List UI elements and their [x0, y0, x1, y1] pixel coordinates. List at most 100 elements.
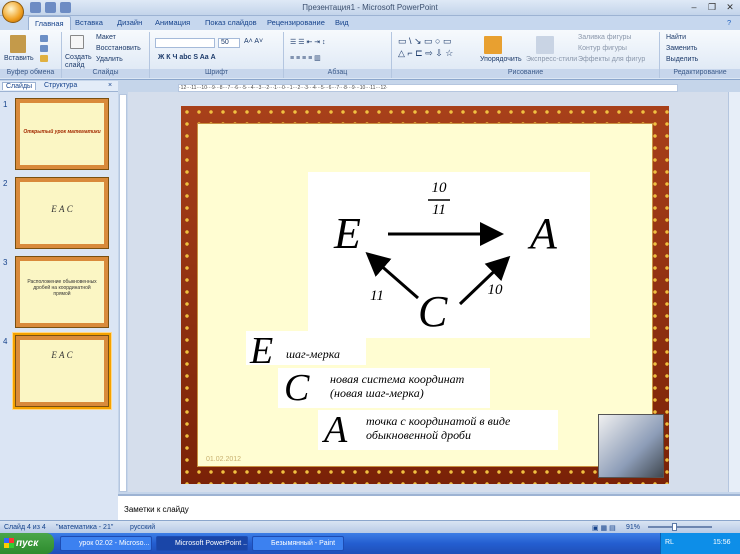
layout-button[interactable]: Макет	[96, 34, 116, 41]
taskbar-item-word[interactable]: урок 02.02 - Microso...	[60, 536, 152, 551]
fraction-denominator: 11	[432, 202, 446, 218]
vertical-scrollbar[interactable]	[728, 92, 740, 492]
font-style-buttons[interactable]: Ж К Ч abc S Aa А	[158, 54, 216, 61]
start-button[interactable]: пуск	[0, 533, 54, 554]
quick-styles-button[interactable]: Экспресс-стили	[526, 56, 577, 63]
classroom-photo	[598, 414, 664, 478]
copy-icon[interactable]	[40, 45, 48, 52]
arrange-icon[interactable]	[484, 36, 502, 54]
theme-name: "математика - 21"	[56, 524, 114, 531]
tab-slideshow[interactable]: Показ слайдов	[205, 18, 257, 27]
paste-icon[interactable]	[10, 35, 26, 53]
slide-counter: Слайд 4 из 4	[4, 524, 46, 531]
title-bar: Презентация1 - Microsoft PowerPoint – ❐ …	[0, 0, 740, 23]
shape-outline-button[interactable]: Контур фигуры	[578, 45, 627, 52]
tab-slides-panel[interactable]: Слайды	[2, 82, 37, 90]
group-clipboard: Вставить Буфер обмена	[0, 32, 62, 78]
slide-thumbnail-3[interactable]: Расположение обыкновенных дробей на коор…	[15, 256, 109, 328]
delete-slide-button[interactable]: Удалить	[96, 56, 123, 63]
shape-effects-button[interactable]: Эффекты для фигур	[578, 56, 645, 63]
group-label: Рисование	[392, 69, 659, 78]
zoom-slider[interactable]	[648, 526, 712, 528]
slide: E A C 10 11 11 10 E шаг-мерка C новая си…	[181, 106, 669, 484]
thumbnail-text: Открытый урок математики	[23, 129, 101, 135]
taskbar: пуск урок 02.02 - Microso... Microsoft P…	[0, 533, 740, 554]
list-buttons[interactable]: ☰ ☰ ⇤ ⇥ ↕	[290, 38, 326, 46]
legend-letter: A	[324, 409, 348, 451]
view-buttons[interactable]: ▣ ▦ ▤	[592, 524, 616, 532]
arrange-button[interactable]: Упорядочить	[480, 56, 522, 63]
tab-design[interactable]: Дизайн	[117, 18, 142, 27]
shapes-gallery-row2[interactable]: △ ⌐ ⊏ ⇨ ⇩ ☆	[398, 48, 453, 59]
close-panel-icon[interactable]: ×	[108, 82, 112, 89]
system-tray: RL 15:56	[660, 533, 740, 554]
new-slide-button[interactable]: Создать слайд	[65, 54, 92, 70]
tab-view[interactable]: Вид	[335, 18, 349, 27]
cut-icon[interactable]	[40, 35, 48, 42]
restore-button[interactable]: ❐	[704, 1, 720, 13]
tab-review[interactable]: Рецензирование	[267, 18, 325, 27]
letter-e: E	[334, 209, 361, 258]
notes-placeholder: Заметки к слайду	[124, 505, 189, 514]
diagram[interactable]: E A C 10 11 11 10	[308, 172, 590, 338]
slide-number: 1	[3, 100, 8, 109]
label-c-a: 10	[487, 282, 503, 298]
legend-letter: E	[250, 330, 274, 372]
group-label: Редактирование	[660, 69, 740, 78]
legend-e[interactable]: E шаг-мерка	[246, 330, 366, 372]
panel-tabs: Слайды Структура ×	[0, 81, 118, 92]
language-indicator[interactable]: RL	[665, 539, 674, 546]
reset-button[interactable]: Восстановить	[96, 45, 141, 52]
thumbnail-text: Е А С	[51, 204, 73, 214]
notes-pane[interactable]: Заметки к слайду	[118, 494, 740, 520]
find-button[interactable]: Найти	[666, 34, 686, 41]
legend-a[interactable]: A точка с координатой в виде обыкновенно…	[318, 409, 558, 451]
slides-panel: 1 Открытый урок математики 2 Е А С 3 Рас…	[0, 92, 118, 520]
slide-thumbnail-4[interactable]: E A C	[13, 333, 111, 409]
fraction-numerator: 10	[431, 180, 447, 196]
slide-number: 3	[3, 258, 8, 267]
shape-fill-button[interactable]: Заливка фигуры	[578, 34, 631, 41]
taskbar-item-powerpoint[interactable]: Microsoft PowerPoint ...	[156, 536, 248, 551]
paste-button[interactable]: Вставить	[4, 55, 34, 62]
zoom-level[interactable]: 91%	[626, 524, 640, 531]
tab-insert[interactable]: Вставка	[75, 18, 103, 27]
legend-c[interactable]: C новая система координат (новая шаг-мер…	[278, 367, 490, 409]
letter-a: A	[530, 209, 557, 258]
tab-home[interactable]: Главная	[28, 16, 71, 31]
slide-content: E A C 10 11 11 10 E шаг-мерка C новая си…	[197, 123, 664, 478]
language[interactable]: русский	[130, 524, 155, 531]
thumbnail-text: Расположение обыкновенных дробей на коор…	[27, 279, 97, 297]
group-label: Шрифт	[150, 69, 283, 78]
grow-font-icon[interactable]: A˄ A˅	[244, 38, 263, 45]
office-button[interactable]	[2, 1, 24, 23]
zoom-slider-thumb[interactable]	[672, 523, 677, 531]
thumbnail-text: E A C	[51, 350, 73, 360]
quick-styles-icon[interactable]	[536, 36, 554, 54]
label-c-e: 11	[370, 288, 384, 304]
group-font: 50 A˄ A˅ Ж К Ч abc S Aa А Шрифт	[150, 32, 284, 78]
font-size-field[interactable]: 50	[218, 38, 240, 48]
slide-number: 2	[3, 179, 8, 188]
font-name-field[interactable]	[155, 38, 215, 48]
minimize-button[interactable]: –	[686, 1, 702, 13]
group-paragraph: ☰ ☰ ⇤ ⇥ ↕ ≡ ≡ ≡ ≡ ▥ Абзац	[284, 32, 392, 78]
vertical-ruler	[119, 94, 127, 492]
group-drawing: ▭ \ ↘ ▭ ○ ▭ △ ⌐ ⊏ ⇨ ⇩ ☆ Упорядочить Эксп…	[392, 32, 660, 78]
horizontal-ruler: ·12···11···10···9···8···7···6···5···4···…	[178, 84, 678, 92]
slide-thumbnail-2[interactable]: Е А С	[15, 177, 109, 249]
taskbar-item-paint[interactable]: Безымянный - Paint	[252, 536, 344, 551]
replace-button[interactable]: Заменить	[666, 45, 697, 52]
close-button[interactable]: ✕	[722, 1, 738, 13]
help-icon[interactable]: ?	[727, 18, 731, 27]
new-slide-icon[interactable]	[70, 35, 84, 49]
legend-text: новая система координат (новая шаг-мерка…	[330, 372, 465, 400]
shapes-gallery[interactable]: ▭ \ ↘ ▭ ○ ▭	[398, 36, 452, 47]
select-button[interactable]: Выделить	[666, 56, 698, 63]
letter-c: C	[418, 287, 448, 336]
format-painter-icon[interactable]	[40, 55, 48, 62]
tab-animation[interactable]: Анимация	[155, 18, 190, 27]
tab-outline-panel[interactable]: Структура	[44, 82, 77, 89]
slide-thumbnail-1[interactable]: Открытый урок математики	[15, 98, 109, 170]
align-buttons[interactable]: ≡ ≡ ≡ ≡ ▥	[290, 54, 321, 62]
